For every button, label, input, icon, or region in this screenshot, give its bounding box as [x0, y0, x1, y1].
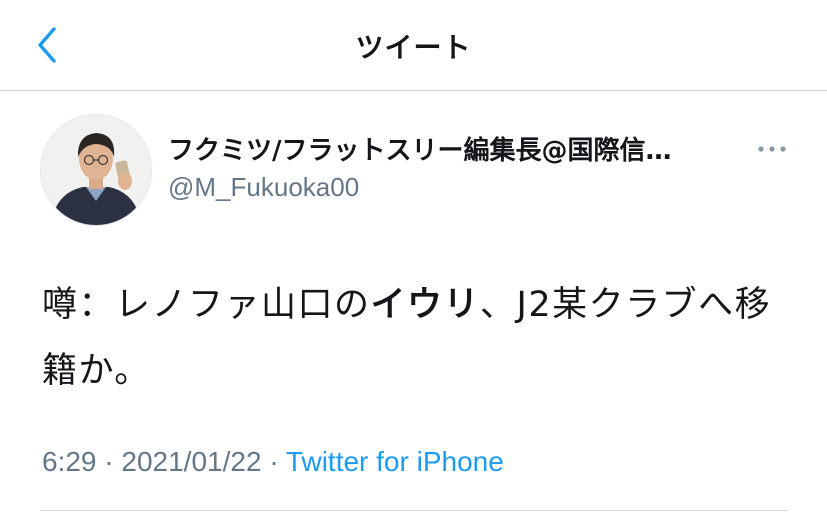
tweet-text: 噂：レノファ山口のイウリ、J2某クラブへ移籍か。: [42, 272, 802, 404]
author-handle[interactable]: @M_Fukuoka00: [168, 172, 359, 203]
tweet-text-segment: 噂：レノファ山口の: [42, 285, 371, 325]
tweet-meta: 6:29 · 2021/01/22 · Twitter for iPhone: [42, 446, 504, 478]
meta-separator: ·: [269, 446, 279, 477]
tweet-text-bold-segment: イウリ: [370, 285, 481, 325]
author-display-name[interactable]: フクミツ/フラットスリー編集長@国際信…: [168, 130, 748, 167]
navigation-header: ツイート: [0, 0, 827, 91]
tweet-source-link[interactable]: Twitter for iPhone: [286, 446, 504, 477]
tweet-date: 2021/01/22: [121, 446, 262, 477]
divider: [40, 510, 788, 511]
page-title: ツイート: [355, 31, 472, 64]
tweet-time: 6:29: [42, 446, 97, 477]
meta-separator: ·: [104, 446, 114, 477]
more-horizontal-icon: [758, 146, 786, 152]
avatar[interactable]: [40, 114, 152, 226]
more-options-button[interactable]: [752, 134, 792, 164]
user-avatar-image: [41, 115, 151, 225]
